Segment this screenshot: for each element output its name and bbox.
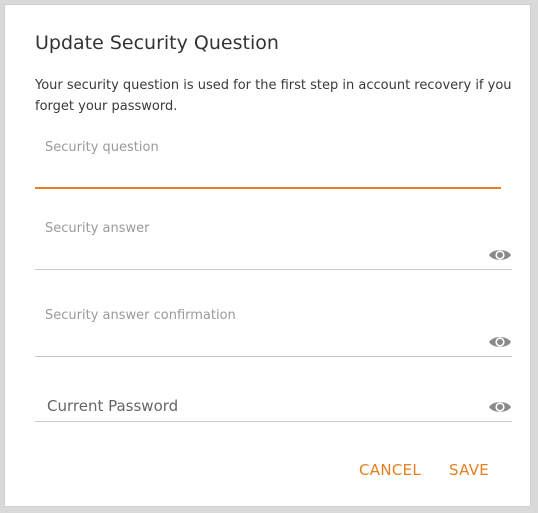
security-question-underline	[35, 187, 501, 189]
security-question-input[interactable]	[35, 161, 475, 183]
security-answer-confirmation-input[interactable]	[35, 330, 475, 352]
current-password-input[interactable]	[35, 395, 475, 417]
security-question-label: Security question	[45, 140, 159, 155]
security-answer-field[interactable]: Security answer	[35, 217, 512, 272]
eye-icon[interactable]	[488, 334, 512, 350]
dialog-title: Update Security Question	[35, 32, 279, 54]
security-answer-confirmation-label: Security answer confirmation	[45, 308, 236, 323]
security-answer-input[interactable]	[35, 243, 475, 265]
security-answer-confirmation-field[interactable]: Security answer confirmation	[35, 304, 512, 359]
security-answer-confirmation-underline	[35, 356, 512, 357]
eye-icon[interactable]	[488, 247, 512, 263]
security-answer-label: Security answer	[45, 221, 150, 236]
cancel-button[interactable]: CANCEL	[359, 461, 421, 479]
current-password-underline	[35, 421, 512, 422]
security-answer-underline	[35, 269, 512, 270]
save-button[interactable]: SAVE	[449, 461, 489, 479]
security-question-field[interactable]: Security question	[35, 135, 512, 190]
update-security-question-dialog: Update Security Question Your security q…	[4, 4, 531, 507]
eye-icon[interactable]	[488, 399, 512, 415]
dialog-description: Your security question is used for the f…	[35, 78, 512, 114]
current-password-field[interactable]: Current Password	[35, 390, 512, 430]
